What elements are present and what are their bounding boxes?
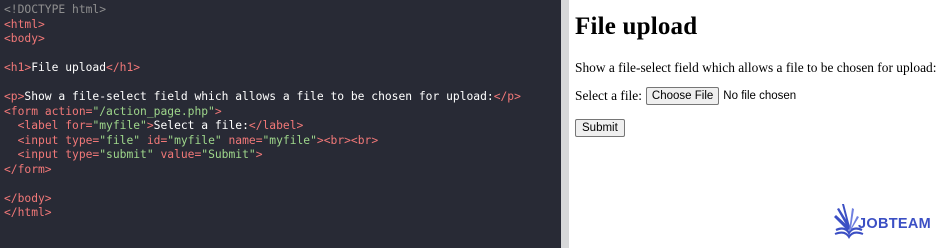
code-block[interactable]: <!DOCTYPE html> <html> <body> <h1>File upl… (0, 0, 561, 221)
pane-divider[interactable] (561, 0, 569, 248)
logo-text: JOBTEAM (858, 216, 931, 232)
code-line[interactable]: </body> (4, 192, 561, 207)
jobteam-logo: JOBTEAM (832, 200, 942, 246)
code-line[interactable]: </form> (4, 163, 561, 178)
code-line[interactable]: <input type="file" id="myfile" name="myf… (4, 134, 561, 149)
page-title: File upload (575, 13, 698, 40)
code-token: </body> (4, 191, 52, 205)
code-line[interactable] (4, 47, 561, 62)
code-line[interactable]: <p>Show a file-select field which allows… (4, 90, 561, 105)
code-token: "myfile" (262, 133, 317, 147)
code-token: "/action_page.php" (92, 104, 215, 118)
code-token: <input (17, 133, 59, 147)
code-line[interactable] (4, 177, 561, 192)
code-line[interactable]: <form action="/action_page.php"> (4, 105, 561, 120)
code-token: <body> (4, 32, 45, 45)
code-token: <h1> (4, 61, 32, 74)
code-line[interactable]: <input type="submit" value="Submit"> (4, 148, 561, 163)
submit-button[interactable]: Submit (575, 119, 625, 137)
code-token: action= (38, 104, 93, 118)
code-line[interactable]: <label for="myfile">Select a file:</labe… (4, 119, 561, 134)
code-token: </p> (493, 90, 521, 103)
choose-file-button[interactable]: Choose File (645, 87, 720, 105)
code-line[interactable]: </html> (4, 206, 561, 221)
code-line[interactable] (4, 76, 561, 91)
code-token: "file" (99, 133, 141, 147)
code-token: > (255, 148, 263, 161)
description-text: Show a file-select field which allows a … (575, 60, 937, 75)
code-token: </label> (248, 119, 304, 132)
code-line[interactable]: <body> (4, 32, 561, 47)
code-token: "myfile" (167, 133, 222, 147)
code-line[interactable]: <!DOCTYPE html> (4, 3, 561, 18)
code-token: Select a file: (153, 119, 249, 132)
code-token: "submit" (99, 148, 154, 161)
code-token: <input (17, 148, 59, 161)
code-token: "Submit" (201, 148, 256, 161)
code-token: for= (58, 119, 93, 132)
code-token: <label (17, 119, 59, 132)
code-line[interactable]: <h1>File upload</h1> (4, 61, 561, 76)
code-token: </form> (4, 162, 52, 176)
code-token: <p> (4, 90, 25, 103)
code-token: > (146, 119, 154, 132)
no-file-text: No file chosen (723, 90, 797, 102)
code-token: <!DOCTYPE html> (4, 3, 107, 16)
file-input-row: Select a file: Choose File No file chose… (575, 87, 796, 105)
code-token: type= (58, 133, 100, 147)
code-token: </html> (4, 206, 52, 219)
code-token: Show a file-select field which allows a … (24, 90, 494, 103)
code-token: <form (4, 104, 39, 118)
code-editor[interactable]: <!DOCTYPE html> <html> <body> <h1>File upl… (0, 0, 561, 248)
code-token: type= (58, 148, 100, 161)
code-token: <html> (4, 17, 45, 31)
code-token: value= (153, 148, 202, 161)
code-token: "myfile" (92, 119, 147, 132)
code-token: ><br><br> (316, 133, 379, 147)
code-token: id= (140, 133, 168, 147)
code-token: > (214, 104, 222, 118)
code-token: File upload (31, 61, 107, 74)
code-token: </h1> (106, 61, 141, 74)
code-line[interactable]: <html> (4, 18, 561, 33)
code-token: name= (221, 133, 263, 147)
file-label: Select a file: (575, 88, 642, 103)
